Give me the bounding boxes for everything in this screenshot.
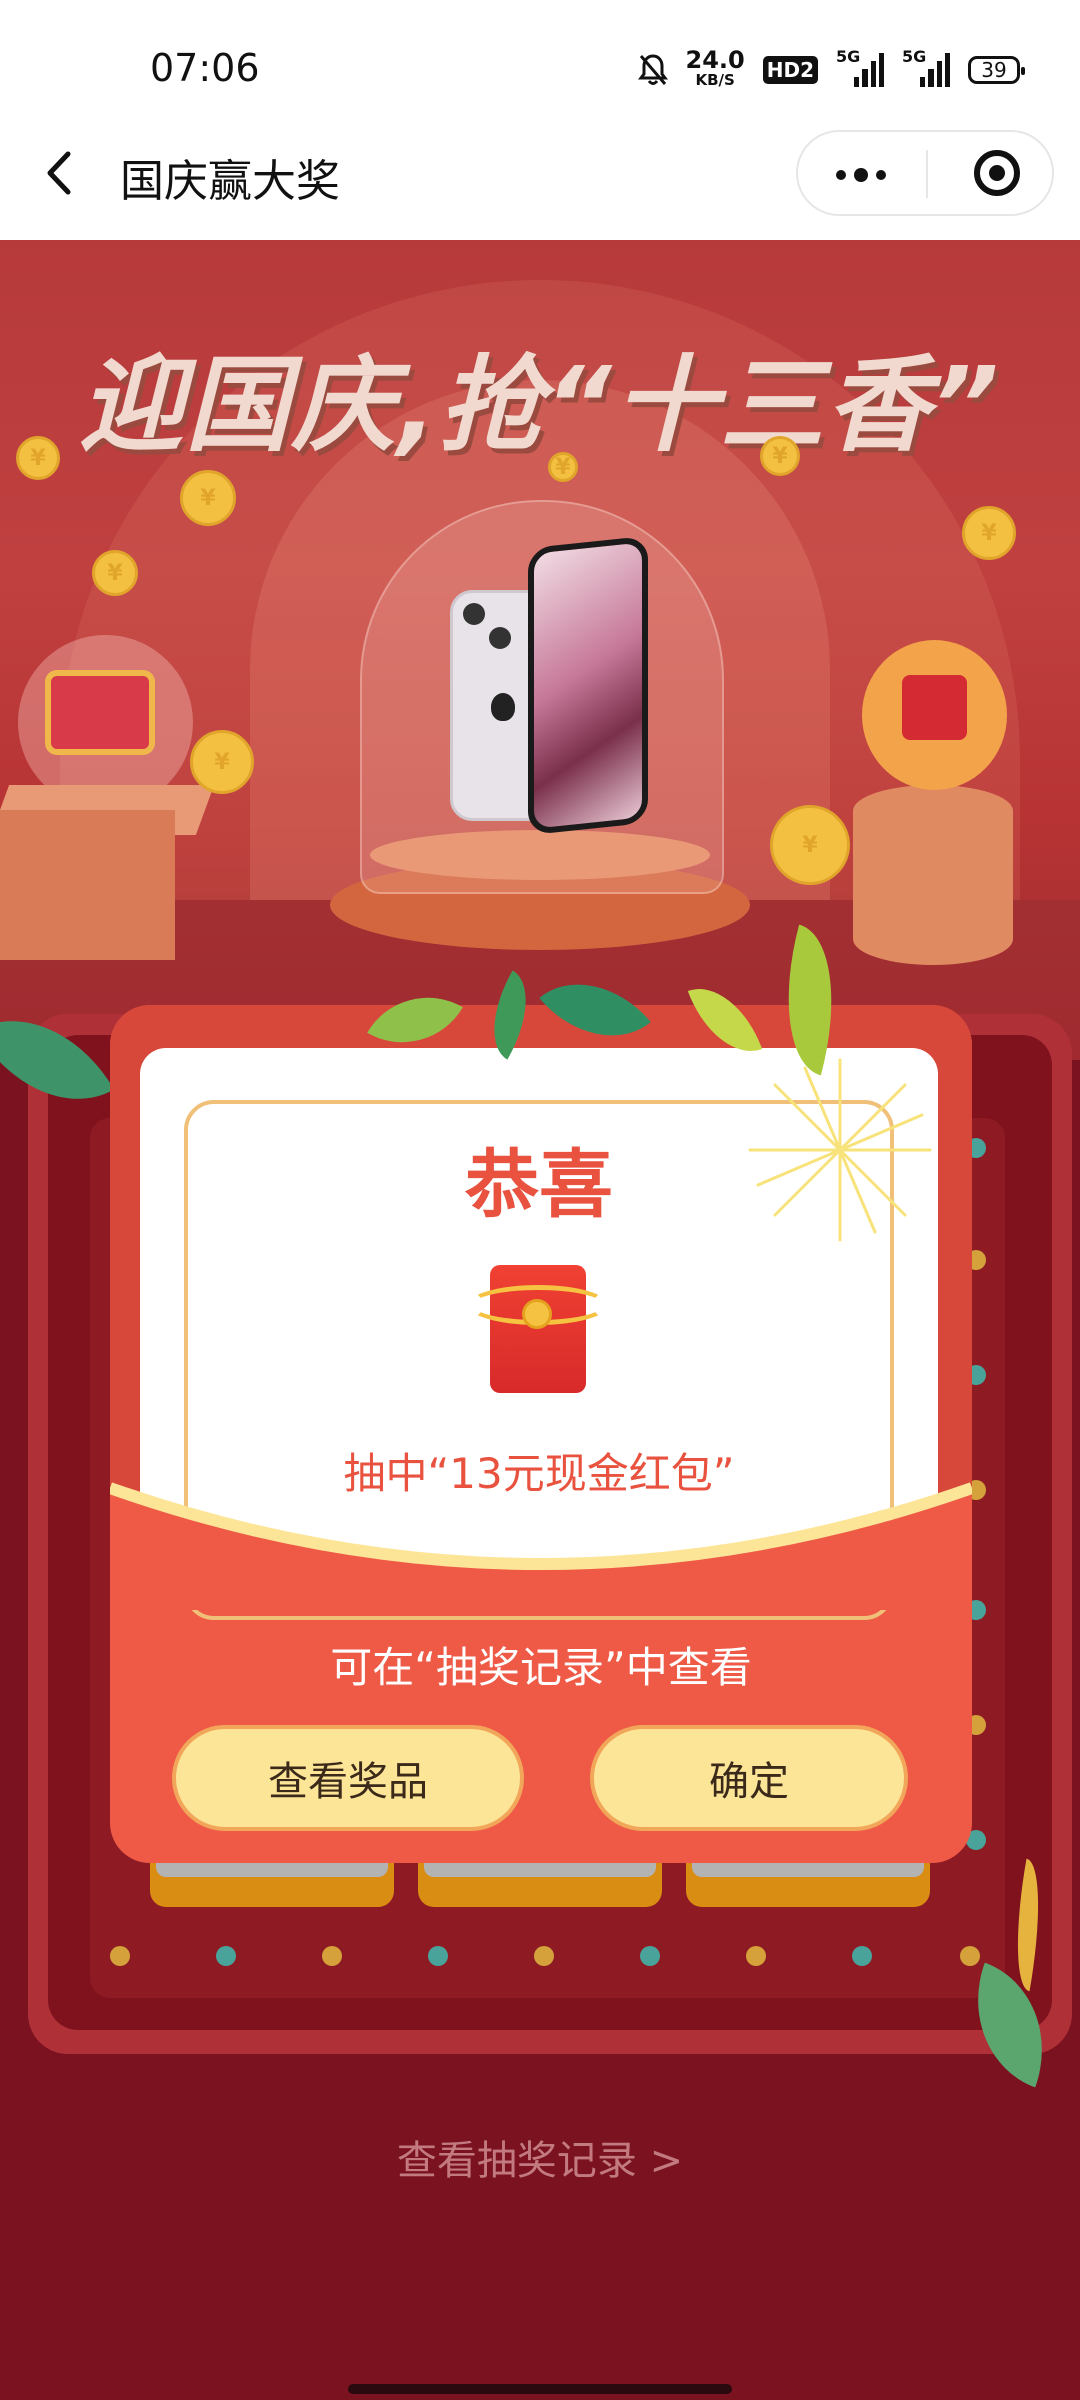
signal-icon: 5G <box>836 47 884 87</box>
home-indicator[interactable] <box>348 2384 732 2394</box>
coin-icon <box>548 452 578 482</box>
bell-off-icon <box>637 54 668 85</box>
network-speed: 24.0 KB/S <box>685 46 745 90</box>
chevron-left-icon[interactable] <box>40 148 80 198</box>
coin-icon <box>180 470 236 526</box>
wave-divider <box>110 1482 972 1610</box>
confirm-button[interactable]: 确定 <box>590 1725 908 1831</box>
coin-icon <box>760 436 800 476</box>
signal-icon-2: 5G <box>902 47 950 87</box>
capsule-divider <box>926 150 928 198</box>
red-envelope-bowl-icon <box>862 640 1007 790</box>
record-hint: 可在“抽奖记录”中查看 <box>330 1643 752 1692</box>
board-light <box>960 1946 980 1966</box>
coin-icon <box>962 506 1016 560</box>
speed-unit: KB/S <box>695 71 735 89</box>
promo-banner: 迎国庆,抢“十三香” <box>0 240 1080 1060</box>
target-icon[interactable] <box>974 150 1020 196</box>
coin-icon <box>16 436 60 480</box>
sim2-label: 5G <box>902 47 927 66</box>
coin-icon <box>190 730 254 794</box>
board-light <box>746 1946 766 1966</box>
box-decoration <box>0 810 175 960</box>
treasure-chest-icon <box>45 670 155 755</box>
phone-front-icon <box>528 535 648 836</box>
hd-badge: HD2 <box>762 56 818 84</box>
red-envelope-icon <box>468 1265 608 1393</box>
board-light <box>428 1946 448 1966</box>
battery-icon: 39 <box>968 56 1025 84</box>
pedestal-decoration <box>853 785 1013 965</box>
view-prize-button[interactable]: 查看奖品 <box>172 1725 524 1831</box>
page-title: 国庆赢大奖 <box>120 156 340 207</box>
modal-title: 恭喜 <box>465 1142 613 1228</box>
board-light <box>322 1946 342 1966</box>
more-dots-icon[interactable] <box>836 168 886 182</box>
mini-program-capsule <box>796 130 1054 216</box>
banner-headline: 迎国庆,抢“十三香” <box>79 344 1001 466</box>
status-icons: 24.0 KB/S HD2 5G 5G 39 <box>637 46 1025 92</box>
board-light <box>640 1946 660 1966</box>
board-light <box>852 1946 872 1966</box>
status-time: 07:06 <box>150 46 260 90</box>
sim1-label: 5G <box>836 47 861 66</box>
board-light <box>216 1946 236 1966</box>
battery-level: 39 <box>981 58 1007 82</box>
board-light <box>534 1946 554 1966</box>
coin-icon <box>92 550 138 596</box>
lottery-records-link[interactable]: 查看抽奖记录 > <box>0 2128 1080 2186</box>
status-bar: 07:06 24.0 KB/S HD2 5G 5G 39 <box>0 0 1080 130</box>
board-light <box>110 1946 130 1966</box>
speed-value: 24.0 <box>685 46 745 74</box>
coin-icon <box>770 805 850 885</box>
